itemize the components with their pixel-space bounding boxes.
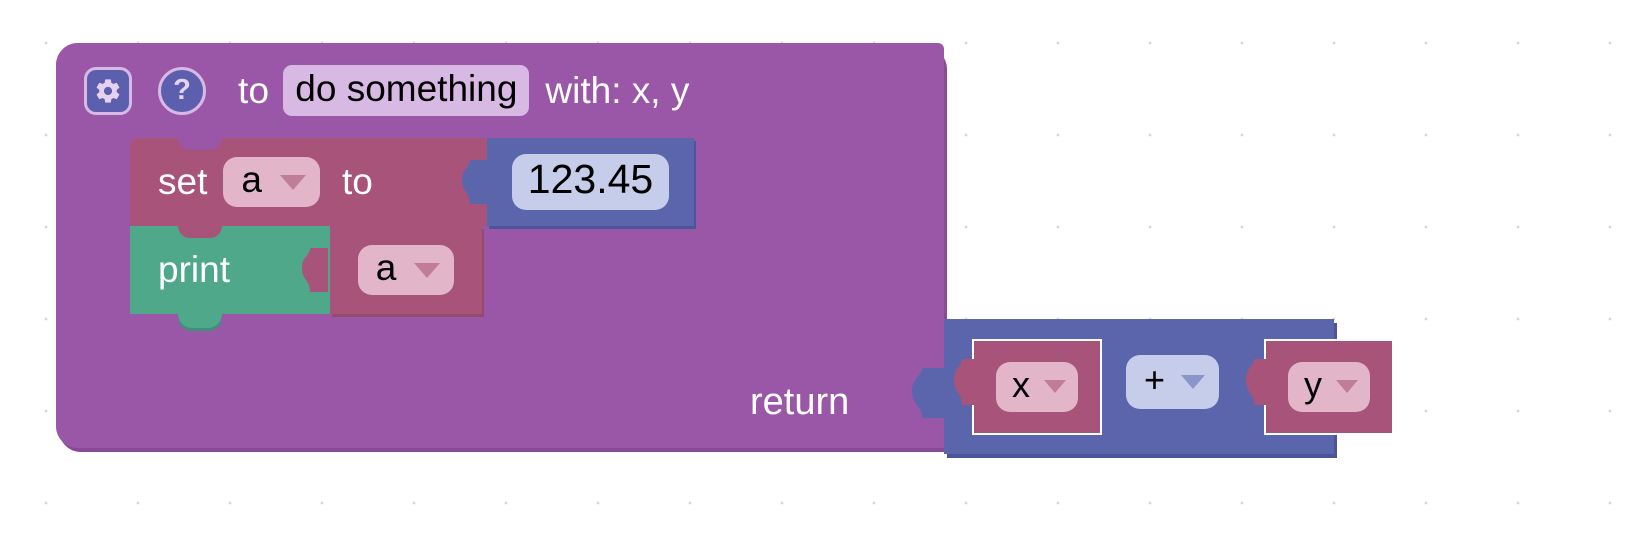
variable-x-dropdown[interactable]: x [996, 362, 1078, 412]
number-value-block[interactable]: 123.45 [487, 138, 694, 226]
procedure-header-row: ? to do something with: x, y [56, 43, 689, 138]
chevron-down-icon [414, 262, 441, 278]
set-block-top-notch [178, 138, 222, 150]
variable-x-value: x [1012, 364, 1030, 405]
blockly-workspace[interactable]: ? to do something with: x, y set a to 12… [0, 0, 1635, 541]
print-block[interactable]: print [130, 226, 330, 328]
operator-dropdown[interactable]: + [1126, 355, 1220, 409]
print-value-socket [302, 248, 328, 292]
return-label: return [750, 381, 850, 423]
operator-value: + [1144, 359, 1166, 400]
number-field[interactable]: 123.45 [511, 154, 670, 210]
chevron-down-icon [1336, 380, 1358, 393]
print-label: print [158, 249, 230, 290]
gear-icon[interactable] [84, 66, 132, 115]
variable-a-value: a [375, 247, 397, 288]
question-mark-icon[interactable]: ? [158, 66, 206, 115]
set-value-socket [462, 160, 488, 204]
set-to-label: to [341, 161, 373, 202]
print-block-top-notch [178, 226, 222, 238]
set-variable-dropdown[interactable]: a [223, 157, 320, 207]
variable-get-block-a[interactable]: a [330, 226, 482, 314]
arith-left-socket [954, 359, 978, 405]
chevron-down-icon [1181, 375, 1206, 389]
set-variable-value: a [241, 159, 262, 200]
procedure-name-field[interactable]: do something [283, 65, 530, 116]
chevron-down-icon [1044, 380, 1066, 393]
variable-a-dropdown[interactable]: a [357, 245, 455, 295]
procedure-block-left-spine [56, 131, 130, 329]
variable-get-block-y[interactable]: y [1264, 339, 1394, 435]
arithmetic-block[interactable]: x + y [944, 319, 1394, 454]
arith-right-socket [1246, 359, 1270, 405]
set-label: set [158, 161, 208, 202]
variable-get-block-x[interactable]: x [972, 339, 1102, 435]
set-variable-block[interactable]: set a to [130, 138, 488, 226]
variable-y-dropdown[interactable]: y [1288, 362, 1370, 412]
chevron-down-icon [279, 174, 306, 190]
return-value-socket [912, 368, 946, 418]
procedure-to-label: to [238, 69, 270, 111]
procedure-definition-block[interactable]: ? to do something with: x, y set a to 12… [56, 43, 1394, 454]
variable-y-value: y [1304, 364, 1322, 405]
procedure-params-label: with: x, y [545, 69, 690, 111]
